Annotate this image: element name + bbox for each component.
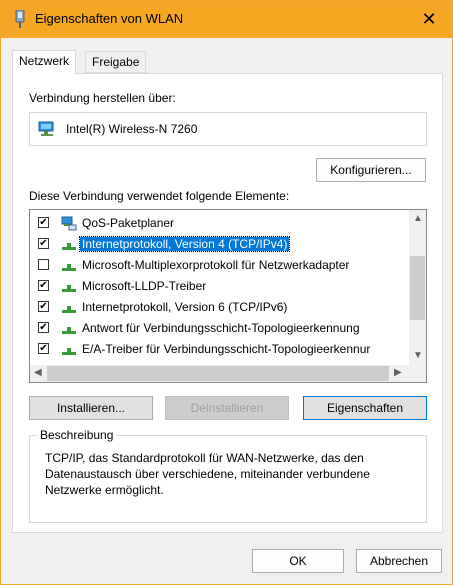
button-label: Konfigurieren... <box>330 163 412 177</box>
protocol-icon <box>62 285 76 292</box>
protocol-icon <box>62 348 76 355</box>
description-text: TCP/IP, das Standardprotokoll für WAN-Ne… <box>45 451 370 497</box>
close-icon: ✕ <box>421 9 437 29</box>
item-checkbox[interactable]: ✔ <box>38 301 49 312</box>
horizontal-scrollbar[interactable]: ◀ ▶ <box>30 365 426 382</box>
scroll-right-icon[interactable]: ▶ <box>394 367 402 378</box>
description-title: Beschreibung <box>37 428 117 442</box>
tab-label: Freigabe <box>92 55 140 69</box>
protocol-icon <box>62 306 76 313</box>
protocol-icon <box>62 327 76 334</box>
button-label: Abbrechen <box>369 554 429 568</box>
list-item[interactable]: ✔ E/A-Treiber für Verbindungsschicht-Top… <box>30 339 410 360</box>
title-bar[interactable]: Eigenschaften von WLAN ✕ <box>1 1 452 38</box>
item-label: QoS-Paketplaner <box>82 216 175 230</box>
tab-netzwerk[interactable]: Netzwerk <box>12 50 77 74</box>
network-adapter-icon <box>38 121 54 136</box>
scroll-down-icon[interactable]: ▼ <box>413 350 423 361</box>
item-checkbox[interactable]: ✔ <box>38 322 49 333</box>
horizontal-scroll-thumb[interactable] <box>47 366 389 381</box>
connection-label: Verbindung herstellen über: <box>29 91 176 105</box>
item-checkbox[interactable]: ✔ <box>38 217 49 228</box>
items-label: Diese Verbindung verwendet folgende Elem… <box>29 189 290 203</box>
network-adapter-icon <box>15 10 25 28</box>
item-label: Internetprotokoll, Version 6 (TCP/IPv6) <box>82 300 288 314</box>
uninstall-button[interactable]: Deinstallieren <box>165 396 289 420</box>
properties-button[interactable]: Eigenschaften <box>303 396 427 420</box>
window-title: Eigenschaften von WLAN <box>35 11 184 26</box>
tab-label: Netzwerk <box>19 54 70 68</box>
vertical-scroll-thumb[interactable] <box>410 256 425 320</box>
item-label: Antwort für Verbindungsschicht-Topologie… <box>82 321 360 335</box>
scroll-up-icon[interactable]: ▲ <box>413 213 423 224</box>
protocol-icon <box>62 243 76 250</box>
cancel-button[interactable]: Abbrechen <box>356 549 442 573</box>
button-label: Eigenschaften <box>326 401 404 415</box>
protocol-icon <box>62 264 76 271</box>
vertical-scrollbar[interactable]: ▲ ▼ <box>409 210 426 365</box>
item-label: Internetprotokoll, Version 4 (TCP/IPv4) <box>78 236 291 252</box>
button-label: Installieren... <box>56 401 126 415</box>
list-item[interactable]: Microsoft-Multiplexorprotokoll für Netzw… <box>30 255 410 276</box>
item-label: Microsoft-Multiplexorprotokoll für Netzw… <box>82 258 350 272</box>
tab-freigabe[interactable]: Freigabe <box>85 51 147 73</box>
button-label: OK <box>289 554 307 568</box>
ok-button[interactable]: OK <box>252 549 344 573</box>
list-item-selected[interactable]: ✔ Internetprotokoll, Version 4 (TCP/IPv4… <box>30 234 410 255</box>
network-service-icon <box>61 216 77 231</box>
item-checkbox[interactable]: ✔ <box>38 343 49 354</box>
button-label: Deinstallieren <box>190 401 264 415</box>
components-list[interactable]: ✔ QoS-Paketplaner ✔ Internetprotokoll, V… <box>29 209 427 383</box>
list-item[interactable]: ✔ Internetprotokoll, Version 6 (TCP/IPv6… <box>30 297 410 318</box>
close-button[interactable]: ✕ <box>406 1 452 38</box>
item-checkbox[interactable] <box>38 259 49 270</box>
adapter-name: Intel(R) Wireless-N 7260 <box>66 122 198 136</box>
properties-dialog: Eigenschaften von WLAN ✕ Netzwerk Freiga… <box>0 0 453 585</box>
item-checkbox[interactable]: ✔ <box>38 238 49 249</box>
item-label: E/A-Treiber für Verbindungsschicht-Topol… <box>82 342 371 356</box>
list-item[interactable]: ✔ Antwort für Verbindungsschicht-Topolog… <box>30 318 410 339</box>
scroll-left-icon[interactable]: ◀ <box>34 367 42 378</box>
adapter-box: Intel(R) Wireless-N 7260 <box>29 112 427 146</box>
item-label: Microsoft-LLDP-Treiber <box>82 279 207 293</box>
item-checkbox[interactable]: ✔ <box>38 280 49 291</box>
list-item[interactable]: ✔ QoS-Paketplaner <box>30 213 410 234</box>
list-item[interactable]: ✔ Microsoft-LLDP-Treiber <box>30 276 410 297</box>
install-button[interactable]: Installieren... <box>29 396 153 420</box>
configure-button[interactable]: Konfigurieren... <box>316 158 426 182</box>
